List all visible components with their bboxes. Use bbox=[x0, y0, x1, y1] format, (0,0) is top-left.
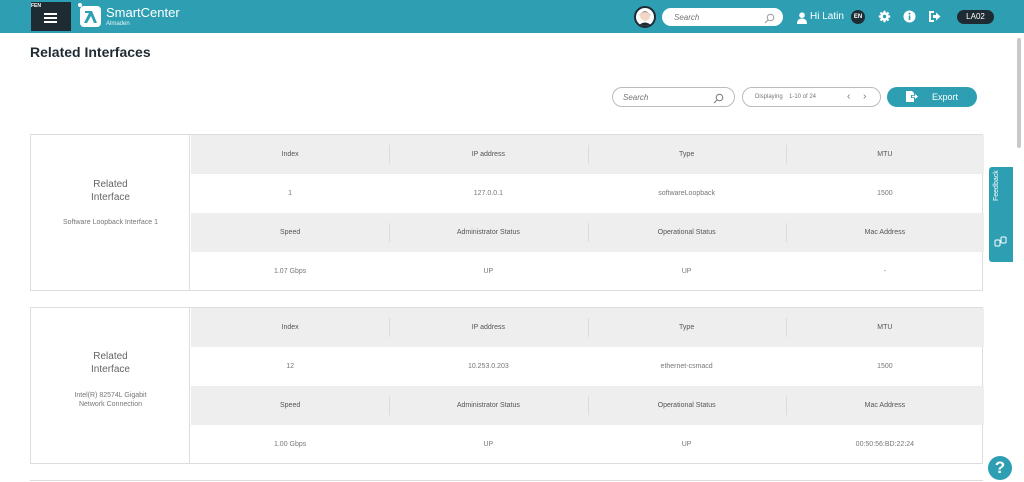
pager-range: 1-10 of 24 bbox=[789, 94, 817, 100]
value-mtu: 1500 bbox=[877, 190, 893, 197]
help-button[interactable]: ? bbox=[988, 456, 1012, 480]
search-icon[interactable] bbox=[764, 11, 775, 29]
top-search-input[interactable] bbox=[674, 10, 762, 24]
menu-button[interactable]: FEN bbox=[31, 2, 71, 31]
value-admin-status: UP bbox=[483, 268, 494, 275]
header-mtu: MTU bbox=[785, 308, 984, 347]
scrollbar-thumb[interactable] bbox=[1017, 38, 1021, 148]
value-type: ethernet-csmacd bbox=[660, 363, 713, 370]
search-icon[interactable] bbox=[713, 91, 724, 109]
user-icon[interactable] bbox=[797, 11, 807, 29]
logo-icon[interactable] bbox=[80, 6, 101, 27]
export-button[interactable]: Export bbox=[887, 87, 977, 107]
value-mtu: 1500 bbox=[877, 363, 893, 370]
page-title: Related Interfaces bbox=[30, 44, 151, 60]
info-icon[interactable] bbox=[903, 10, 916, 28]
table-row: 1 127.0.0.1 softwareLoopback 1500 bbox=[191, 174, 984, 213]
header-speed: Speed bbox=[280, 402, 301, 409]
header-ip-address: IP address bbox=[389, 135, 587, 174]
header-admin-status: Administrator Status bbox=[389, 213, 587, 252]
pager-label: Displaying bbox=[755, 94, 783, 100]
header-type: Type bbox=[587, 308, 786, 347]
table-header-row: Index IP address Type MTU bbox=[191, 135, 984, 174]
header-oper-status: Operational Status bbox=[587, 386, 786, 425]
interface-details: Index IP address Type MTU 1 127.0.0.1 so… bbox=[191, 135, 984, 291]
value-speed: 1.07 Gbps bbox=[273, 268, 307, 275]
table-header-row: Speed Administrator Status Operational S… bbox=[191, 386, 984, 425]
logout-icon[interactable] bbox=[928, 10, 941, 28]
header-mac-address: Mac Address bbox=[785, 213, 984, 252]
avatar-icon[interactable] bbox=[634, 6, 656, 28]
value-oper-status: UP bbox=[681, 268, 692, 275]
next-card-edge bbox=[30, 480, 983, 481]
header-speed: Speed bbox=[280, 229, 301, 236]
header-ip-address: IP address bbox=[389, 308, 587, 347]
gear-icon[interactable] bbox=[878, 10, 891, 28]
table-row: 1.00 Gbps UP UP 00:50:56:BD:22:24 bbox=[191, 425, 984, 464]
value-ip-address: 10.253.0.203 bbox=[467, 363, 509, 370]
interface-card: Related Interface Software Loopback Inte… bbox=[30, 134, 984, 291]
brand-subtitle: Almaden bbox=[106, 21, 130, 27]
value-type: softwareLoopback bbox=[658, 190, 716, 197]
interface-title-line1: Related bbox=[93, 179, 128, 190]
value-oper-status: UP bbox=[681, 441, 692, 448]
language-badge[interactable]: EN bbox=[851, 10, 865, 24]
interface-summary: Related Interface Software Loopback Inte… bbox=[31, 135, 190, 290]
pagination: Displaying 1-10 of 24 ‹ › bbox=[742, 87, 881, 107]
header-oper-status: Operational Status bbox=[587, 213, 786, 252]
interface-card: Related Interface Intel(R) 82574L Gigabi… bbox=[30, 307, 984, 464]
interface-title-line1: Related bbox=[93, 351, 128, 362]
interface-description: Software Loopback Interface 1 bbox=[63, 219, 158, 226]
value-admin-status: UP bbox=[483, 441, 494, 448]
brand-name[interactable]: SmartCenter bbox=[106, 6, 180, 19]
value-ip-address: 127.0.0.1 bbox=[473, 190, 503, 197]
feedback-icon bbox=[994, 235, 1008, 253]
chevron-left-icon[interactable]: ‹ bbox=[847, 91, 850, 102]
header-mac-address: Mac Address bbox=[785, 386, 984, 425]
header-index: Index bbox=[281, 151, 299, 158]
export-label: Export bbox=[932, 92, 959, 102]
table-row: 1.07 Gbps UP UP - bbox=[191, 252, 984, 291]
interface-title-line2: Interface bbox=[91, 192, 130, 203]
value-mac-address: - bbox=[883, 268, 887, 275]
header-mtu: MTU bbox=[785, 135, 984, 174]
header-admin-status: Administrator Status bbox=[389, 386, 587, 425]
menu-icon bbox=[44, 13, 57, 23]
user-greeting[interactable]: Hi Latin bbox=[810, 11, 844, 23]
feedback-tab[interactable]: Feedback bbox=[989, 167, 1013, 262]
table-header-row: Speed Administrator Status Operational S… bbox=[191, 213, 984, 252]
header-index: Index bbox=[281, 324, 299, 331]
value-speed: 1.00 Gbps bbox=[273, 441, 307, 448]
top-search-box[interactable] bbox=[662, 8, 783, 26]
page-search-box[interactable] bbox=[612, 87, 735, 107]
chevron-right-icon[interactable]: › bbox=[863, 91, 866, 102]
header-type: Type bbox=[587, 135, 786, 174]
feedback-label: Feedback bbox=[993, 170, 1000, 201]
account-badge[interactable]: LA02 bbox=[957, 10, 994, 24]
value-index: 1 bbox=[288, 190, 293, 197]
interface-title-line2: Interface bbox=[91, 364, 130, 375]
interface-details: Index IP address Type MTU 12 10.253.0.20… bbox=[191, 308, 984, 464]
table-row: 12 10.253.0.203 ethernet-csmacd 1500 bbox=[191, 347, 984, 386]
table-header-row: Index IP address Type MTU bbox=[191, 308, 984, 347]
export-icon bbox=[906, 91, 918, 104]
value-mac-address: 00:50:56:BD:22:24 bbox=[855, 441, 915, 448]
interface-description: Intel(R) 82574L Gigabit Network Connecti… bbox=[74, 392, 147, 408]
interface-summary: Related Interface Intel(R) 82574L Gigabi… bbox=[31, 308, 190, 463]
menu-tag: FEN bbox=[31, 3, 41, 9]
top-bar: FEN SmartCenter Almaden Hi Latin EN LA02 bbox=[0, 0, 1024, 33]
value-index: 12 bbox=[286, 363, 295, 370]
page-search-input[interactable] bbox=[623, 91, 713, 104]
